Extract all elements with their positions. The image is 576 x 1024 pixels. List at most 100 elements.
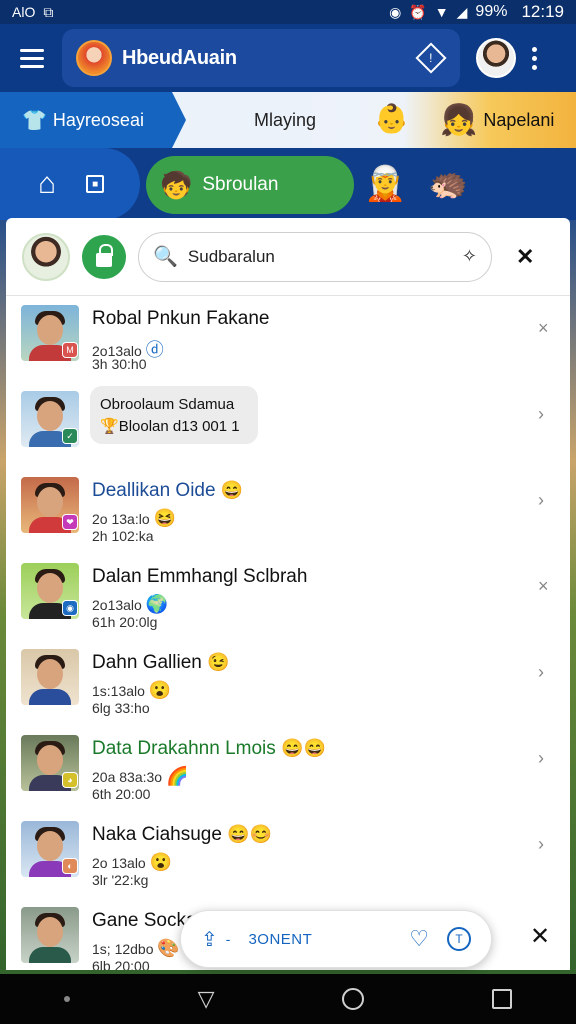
notification-icon: AlO [12,4,36,20]
system-nav-bar: ▽ [0,974,576,1024]
home-nav[interactable]: ⌂ ■ [0,148,140,220]
status-badge: ◉ [62,600,78,616]
nav-green-chip[interactable]: 🧒 Sbroulan [146,156,354,214]
home-button-icon[interactable] [342,988,365,1010]
contacts-panel: 🔍 ✧ ✕ M Robal Pnkun Fakane 2o13alo ⓓ 3h … [6,218,570,970]
list-item[interactable]: ✓ Obroolaum Sdamua 🏆Bloolan d13 001 1 › [6,382,570,468]
close-icon[interactable]: ✕ [530,922,550,951]
list-item[interactable]: ◕ Data Drakahnn Lmois 😄😄 20a 83a:3o 🌈 6t… [6,726,570,812]
account-avatar [76,40,112,76]
list-item[interactable]: M Robal Pnkun Fakane 2o13alo ⓓ 3h 30:h0 … [6,296,570,382]
search-row: 🔍 ✧ ✕ [6,218,570,296]
clock: 12:19 [521,2,564,21]
status-badge: ❤ [62,514,78,530]
elf-character-icon[interactable]: 🧝 [364,164,406,204]
contact-name: Naka Ciahsuge 😄😊 [92,824,273,845]
dash-separator: - [225,931,231,947]
tab-active-label: Hayreoseai [52,109,144,130]
search-input[interactable] [187,246,448,267]
girl-character-icon: 👧 [440,103,478,137]
contact-line2: 6lb 20:00 [92,958,150,970]
nav-row: ⌂ ■ 🧒 Sbroulan 🧝 🦔 [0,148,576,220]
profile-avatar[interactable] [476,38,516,78]
contact-photo [21,907,79,963]
lock-icon [96,243,113,267]
comment-button[interactable]: 3ONENT [248,931,312,948]
status-bar: AlO ⧉ ◉ ⏰ ▼ ◢ 99% 12:19 [0,0,576,24]
tab-active[interactable]: 👕 Hayreoseai [0,92,186,148]
recents-icon[interactable] [492,989,513,1009]
chevron-right-icon[interactable]: › [538,834,544,855]
tab-bar: 👕 Hayreoseai Mlaying 👶 👧 Napelani [0,92,576,148]
user-avatar[interactable] [22,232,70,281]
contact-line1: 2o 13a:lo 😆 [92,508,176,528]
status-badge: ◐ [62,858,78,874]
list-item[interactable]: Dahn Gallien 😉 1s:13alo 😮 6lg 33:ho › [6,640,570,726]
battery-percent: 99% [475,3,508,20]
character-icon: 🧒 [160,169,193,200]
status-badge: M [62,342,78,358]
status-badge: ✓ [62,428,78,444]
bookmark-icon[interactable]: ■ [86,175,105,193]
contact-line1: 1s:13alo 😮 [92,680,172,700]
contact-name: Dahn Gallien 😉 [92,652,230,673]
contact-line1: 2o13alo 🌍 [92,594,169,614]
trophy-icon: 🏆 [100,417,119,435]
dismiss-icon[interactable]: × [538,318,549,339]
account-switcher[interactable]: HbeudAuain ! [62,29,460,87]
wifi-icon: ▼ [434,4,449,20]
more-options-icon[interactable] [532,46,537,70]
app-bar: HbeudAuain ! [0,24,576,92]
back-icon[interactable]: ▽ [198,986,215,1012]
app-title: HbeudAuain [122,46,237,69]
sparkle-icon[interactable]: ✧ [462,246,477,267]
share-icon[interactable]: ⇪ [201,927,218,952]
diamond-icon[interactable]: ! [415,42,447,74]
alarm-icon: ⏰ [409,3,427,20]
contact-line2: 6lg 33:ho [92,700,150,716]
camera-icon: ◉ [389,3,402,20]
person-icon: 👕 [22,109,47,132]
contact-name: Deallikan Oide 😄 [92,480,244,501]
contact-line2: 61h 20:0lg [92,614,158,630]
contact-name: Data Drakahnn Lmois 😄😄 [92,738,326,759]
baby-balloon-icon[interactable]: 👶 [374,102,409,135]
dot-indicator [63,996,70,1002]
contact-line2: 6th 20:00 [92,786,151,802]
bubble-line1: Obroolaum Sdamua [100,396,235,413]
heart-icon[interactable]: ♡ [409,926,429,952]
app-notification-icon: ⧉ [43,3,54,20]
tab-right[interactable]: 👧 Napelani [440,92,570,148]
message-bubble[interactable]: Obroolaum Sdamua 🏆Bloolan d13 001 1 [90,386,258,444]
close-icon[interactable]: ✕ [516,244,534,270]
contact-line2: 3h 30:h0 [92,356,147,372]
dismiss-icon[interactable]: × [538,576,549,597]
list-item[interactable]: ❤ Deallikan Oide 😄 2o 13a:lo 😆 2h 102:ka… [6,468,570,554]
contact-name: Dalan Emmhangl Sclbrah [92,566,308,587]
floating-action-bar: ⇪ - 3ONENT ♡ T [180,910,492,968]
tab-middle[interactable]: Mlaying [254,110,316,131]
info-icon[interactable]: T [447,927,471,951]
menu-icon[interactable] [12,38,52,78]
chevron-right-icon[interactable]: › [538,748,544,769]
search-box[interactable]: 🔍 ✧ [138,231,492,282]
chevron-right-icon[interactable]: › [538,490,544,511]
list-item[interactable]: ◐ Naka Ciahsuge 😄😊 2o 13alo 😮 3lr '22:kg… [6,812,570,898]
search-icon: 🔍 [153,246,178,268]
creature-character-icon[interactable]: 🦔 [428,164,468,202]
status-badge: ◕ [62,772,78,788]
chevron-right-icon[interactable]: › [538,662,544,683]
contact-line1: 2o 13alo 😮 [92,852,173,872]
chevron-right-icon[interactable]: › [538,404,544,425]
contact-photo [21,649,79,705]
signal-icon: ◢ [456,3,468,20]
contacts-list: M Robal Pnkun Fakane 2o13alo ⓓ 3h 30:h0 … [6,296,570,970]
list-item[interactable]: ◉ Dalan Emmhangl Sclbrah 2o13alo 🌍 61h 2… [6,554,570,640]
contact-name: Robal Pnkun Fakane [92,308,270,329]
contact-line2: 2h 102:ka [92,528,154,544]
contact-line1: 20a 83a:3o 🌈 [92,766,189,786]
home-icon[interactable]: ⌂ [38,167,56,201]
lock-button[interactable] [82,234,126,279]
tab-right-label: Napelani [483,109,555,130]
contact-line1: 1s; 12dbo 🎨 [92,938,180,958]
